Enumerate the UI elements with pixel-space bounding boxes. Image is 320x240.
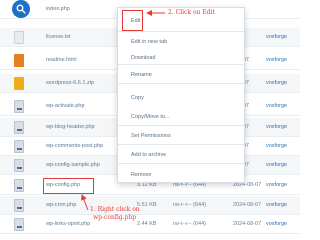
menu-divider — [118, 144, 244, 145]
menu-item-add-to-archive[interactable]: Add to archive — [118, 152, 244, 158]
php-file-icon — [14, 159, 24, 172]
php-file-icon — [14, 218, 24, 231]
php-file-icon — [14, 140, 24, 153]
php-file-icon — [14, 121, 24, 134]
file-owner[interactable]: voxforge — [266, 215, 287, 234]
menu-divider — [118, 64, 244, 65]
file-owner[interactable]: voxforge — [266, 118, 287, 137]
wp-config-highlight — [43, 178, 94, 194]
menu-divider — [118, 83, 244, 84]
menu-divider — [118, 163, 244, 164]
edit-highlight — [122, 10, 143, 31]
menu-item-remove[interactable]: Remove — [118, 172, 244, 178]
file-owner[interactable]: voxforge — [266, 74, 287, 93]
menu-item-copy-move[interactable]: Copy/Move to... — [118, 114, 244, 120]
php-file-icon — [14, 100, 24, 113]
file-owner[interactable]: voxforge — [266, 196, 287, 215]
search-icon — [16, 4, 26, 14]
file-name[interactable]: wp-activate.php — [46, 97, 85, 116]
file-date: 2024-08-07 — [233, 202, 262, 208]
menu-item-copy[interactable]: Copy — [118, 95, 244, 101]
file-name[interactable]: wp-comments-post.php — [46, 137, 103, 156]
menu-divider — [118, 31, 244, 32]
file-permissions[interactable]: rw-r--r-- (644) — [173, 196, 206, 215]
file-row[interactable]: wp-cron.php 5.51 KB rw-r--r-- (644) 2024… — [0, 196, 300, 215]
menu-item-rename[interactable]: Rename — [118, 72, 244, 78]
file-owner[interactable]: voxforge — [266, 137, 287, 156]
file-name[interactable]: wp-blog-header.php — [46, 118, 95, 137]
menu-item-download[interactable]: Download — [118, 55, 244, 61]
menu-item-set-permissions[interactable]: Set Permissions — [118, 133, 244, 139]
zip-file-icon — [14, 77, 24, 90]
menu-item-edit-new-tab[interactable]: Edit in new tab — [118, 39, 244, 45]
step-1-annotation-line1: 1. Right click on — [90, 206, 140, 213]
file-owner[interactable]: voxforge — [266, 176, 287, 195]
file-owner[interactable]: voxforge — [266, 51, 287, 70]
file-name[interactable]: wp-config-sample.php — [46, 156, 100, 175]
file-name[interactable]: license.txt — [46, 28, 70, 47]
file-name[interactable]: wordpress-6.6.1.zip — [46, 74, 94, 93]
menu-divider — [118, 125, 244, 126]
file-owner[interactable]: voxforge — [266, 156, 287, 175]
file-permissions[interactable]: rw-r--r-- (644) — [173, 215, 206, 234]
step-1-annotation-line2: wp-config.php — [93, 214, 137, 221]
context-menu: Edit Edit in new tab Download Rename Cop… — [117, 7, 245, 183]
html-file-icon — [14, 54, 24, 67]
text-file-icon — [14, 31, 24, 44]
file-name[interactable]: wp-links-opml.php — [46, 215, 90, 234]
file-row[interactable]: wp-links-opml.php 2.44 KB rw-r--r-- (644… — [0, 215, 300, 234]
file-size: 2.44 KB — [137, 221, 157, 227]
file-date: 2024-08-07 — [233, 221, 262, 227]
php-file-icon — [14, 179, 24, 192]
php-file-icon — [14, 199, 24, 212]
file-owner[interactable]: voxforge — [266, 28, 287, 47]
step-2-annotation: 2. Click on Edit — [168, 9, 215, 16]
file-owner[interactable]: voxforge — [266, 97, 287, 116]
file-name[interactable]: readme.html — [46, 51, 77, 70]
search-button[interactable] — [12, 0, 30, 18]
file-name[interactable]: index.php — [46, 0, 70, 19]
file-name[interactable]: wp-cron.php — [46, 196, 76, 215]
